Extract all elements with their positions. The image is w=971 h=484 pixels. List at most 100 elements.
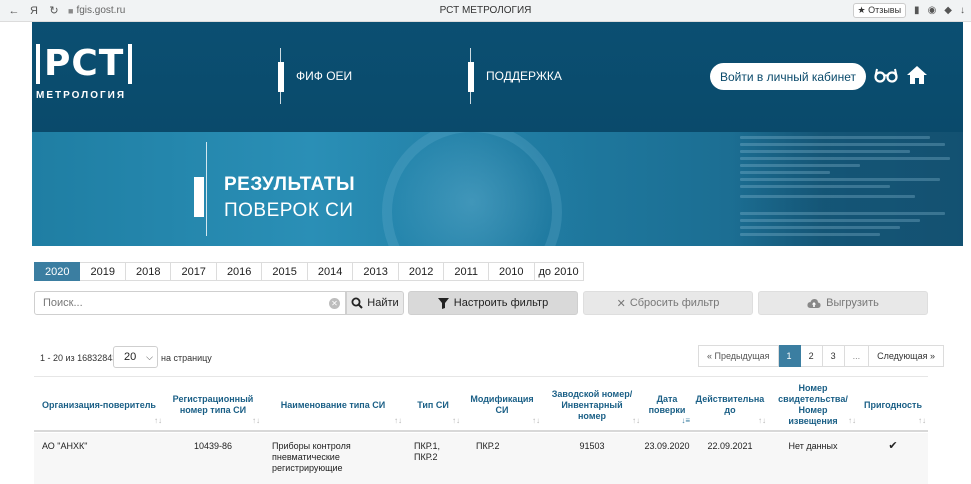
column-header-reg-number[interactable]: Регистрационный номер типа СИ ↑↓ [164,377,262,433]
year-tab-2015[interactable]: 2015 [262,262,308,281]
cell-date: 23.09.2020 [644,441,690,451]
nav-link-support[interactable]: ПОДДЕРЖКА [468,48,562,104]
reset-filter-label: Сбросить фильтр [629,297,720,309]
banner-code-line [740,212,945,215]
configure-filter-label: Настроить фильтр [453,297,549,309]
banner-code-line [740,143,945,146]
yandex-icon[interactable]: Я [26,5,42,17]
year-tab-2020[interactable]: 2020 [34,262,81,281]
column-header-label: Номер свидетельства/ Номер извещения [778,383,848,426]
cell-valid-until: 22.09.2021 [707,441,753,451]
sort-icon[interactable]: ↑↓ [532,415,540,426]
year-tab-2011[interactable]: 2011 [444,262,490,281]
sort-icon[interactable]: ↑↓ [394,415,402,426]
table-row[interactable]: АО "АНХК" 10439-86 Приборы контроля пнев… [34,433,928,484]
column-header-type[interactable]: Тип СИ ↑↓ [404,377,462,433]
banner-code-line [740,226,900,229]
year-tab-2019[interactable]: 2019 [80,262,126,281]
nav-marker [278,62,284,92]
cell-organization: АО "АНХК" [42,441,88,451]
per-page-label: на страницу [161,353,212,363]
sort-icon[interactable]: ↑↓ [918,415,926,426]
year-tabs: 2020 2019 2018 2017 2016 2015 2014 2013 … [34,262,584,281]
sort-icon[interactable]: ↑↓ [758,415,766,426]
column-header-serial[interactable]: Заводской номер/ Инвентарный номер ↑↓ [542,377,642,433]
reload-icon[interactable]: ↻ [46,4,62,17]
column-header-label: Наименование типа СИ [280,399,386,410]
page-button-1[interactable]: 1 [778,345,801,367]
search-icon [351,297,364,309]
site-header: PCT МЕТРОЛОГИЯ ФИФ ОЕИ ПОДДЕРЖКА Войти в… [32,22,963,132]
banner-code-line [740,185,890,188]
sort-icon[interactable]: ↑↓ [452,415,460,426]
nav-link-label[interactable]: ПОДДЕРЖКА [470,69,562,83]
sort-descending-icon[interactable]: ↓≡ [681,415,690,426]
year-tab-2017[interactable]: 2017 [171,262,217,281]
search-input[interactable] [34,291,346,315]
column-header-suitability[interactable]: Пригодность ↑↓ [858,377,928,433]
sort-icon[interactable]: ↑↓ [848,415,856,426]
prev-page-button[interactable]: « Предыдущая [698,345,779,367]
next-page-button[interactable]: Следующая » [869,345,944,367]
checkmark-icon: ✔ [888,440,898,452]
hero-banner: РЕЗУЛЬТАТЫ ПОВЕРОК СИ [32,132,963,246]
banner-ring [382,132,562,246]
clear-search-icon[interactable]: ✕ [329,298,340,309]
cell-modification: ПКР.2 [476,441,500,451]
year-tab-before-2010[interactable]: до 2010 [534,262,584,281]
column-header-modification[interactable]: Модификация СИ ↑↓ [462,377,542,433]
column-header-organization[interactable]: Организация-поверитель ↑↓ [34,377,164,433]
sort-icon[interactable]: ↑↓ [632,415,640,426]
back-icon[interactable]: ← [6,5,22,17]
address-text[interactable]: fgis.gost.ru [76,5,125,16]
column-header-date[interactable]: Дата поверки ↓≡ [642,377,692,433]
banner-title-line2: ПОВЕРОК СИ [224,200,354,221]
year-tab-2018[interactable]: 2018 [125,262,172,281]
reviews-button[interactable]: ★ Отзывы [852,3,907,18]
year-tab-2016[interactable]: 2016 [216,262,263,281]
find-button[interactable]: Найти [346,291,404,315]
year-tab-2014[interactable]: 2014 [307,262,354,281]
cell-type-name: Приборы контроля пневматические регистри… [272,441,351,473]
year-tab-2013[interactable]: 2013 [353,262,399,281]
cell-serial: 91503 [579,441,605,451]
page-button-3[interactable]: 3 [822,345,845,367]
page-ellipsis: ... [844,345,870,367]
glasses-icon[interactable] [874,65,898,85]
reset-filter-button[interactable]: ✕ Сбросить фильтр [583,291,753,315]
protect-icon[interactable]: ◆ [944,5,952,16]
sort-icon[interactable]: ↑↓ [154,415,162,426]
banner-code-line [740,178,940,181]
chevron-down-icon: ⌵ [146,352,153,362]
close-icon: ✕ [616,297,626,310]
export-button[interactable]: Выгрузить [758,291,928,315]
year-tab-2012[interactable]: 2012 [398,262,445,281]
download-icon[interactable]: ↓ [960,5,965,16]
nav-link-fif-oei[interactable]: ФИФ ОЕИ [278,48,352,104]
site-logo[interactable]: PCT МЕТРОЛОГИЯ [36,44,136,101]
column-header-label: Заводской номер/ Инвентарный номер [551,388,633,421]
logo-letters: PCT [44,43,125,84]
banner-code-line [740,157,950,160]
per-page-select[interactable]: 20 ⌵ [113,346,158,368]
login-button[interactable]: Войти в личный кабинет [710,63,866,90]
sort-icon[interactable]: ↑↓ [252,415,260,426]
column-header-label: Модификация СИ [470,394,534,415]
bookmark-icon[interactable]: ▮ [914,5,920,16]
configure-filter-button[interactable]: Настроить фильтр [408,291,578,315]
logo-subtitle: МЕТРОЛОГИЯ [36,90,127,101]
year-tab-2010[interactable]: 2010 [489,262,535,281]
nav-link-label[interactable]: ФИФ ОЕИ [280,69,352,83]
banner-divider [206,142,207,236]
extension-icon[interactable]: ◉ [928,5,937,16]
column-header-valid-until[interactable]: Действительна до ↑↓ [692,377,768,433]
address-bar[interactable]: ■ fgis.gost.ru [68,5,125,16]
home-icon[interactable] [906,64,928,86]
banner-marker [194,177,204,217]
browser-page-title: РСТ МЕТРОЛОГИЯ [439,5,532,16]
column-header-type-name[interactable]: Наименование типа СИ ↑↓ [262,377,404,433]
page-button-2[interactable]: 2 [800,345,823,367]
column-header-certificate[interactable]: Номер свидетельства/ Номер извещения ↑↓ [768,377,858,433]
banner-code-line [740,219,920,222]
cell-type: ПКР.1, ПКР.2 [414,441,441,462]
